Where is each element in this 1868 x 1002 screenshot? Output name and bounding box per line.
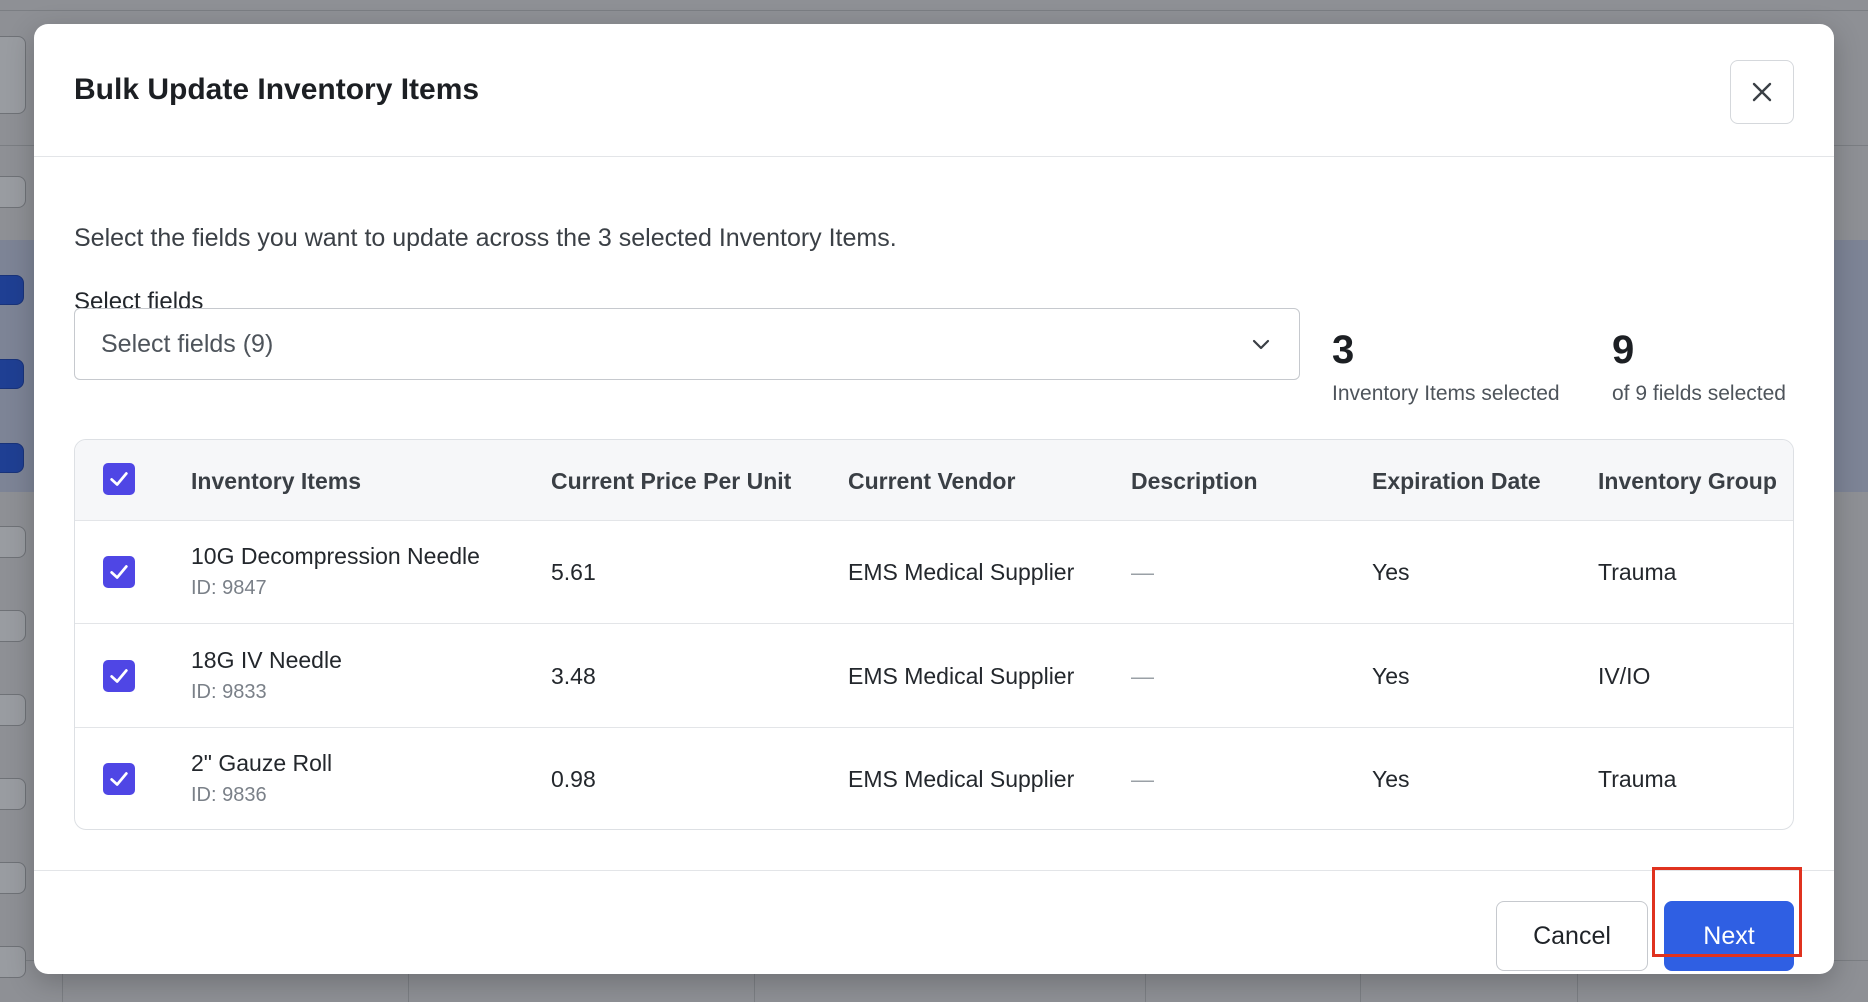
cancel-button[interactable]: Cancel <box>1496 901 1648 971</box>
close-button[interactable] <box>1730 60 1794 124</box>
check-icon <box>110 772 128 786</box>
item-id: ID: 9847 <box>191 577 267 599</box>
background-control <box>0 778 26 810</box>
row-checkbox[interactable] <box>103 660 135 692</box>
inventory-items-table: Inventory Items Current Price Per Unit C… <box>74 439 1794 830</box>
items-selected-stat: 3 Inventory Items selected <box>1332 330 1560 406</box>
item-expiration: Yes <box>1372 663 1410 689</box>
items-selected-count: 3 <box>1332 328 1355 372</box>
check-icon <box>110 669 128 683</box>
select-all-checkbox[interactable] <box>103 463 135 495</box>
modal-header: Bulk Update Inventory Items <box>34 24 1834 157</box>
item-description: — <box>1131 559 1154 585</box>
column-header-inventory-items[interactable]: Inventory Items <box>191 468 361 495</box>
background-checkbox <box>0 359 24 389</box>
items-selected-label: Inventory Items selected <box>1332 382 1560 405</box>
table-row[interactable]: 18G IV Needle ID: 9833 3.48 EMS Medical … <box>75 625 1793 728</box>
background-control <box>0 36 26 114</box>
background-control <box>0 176 26 208</box>
check-icon <box>110 472 128 486</box>
table-row[interactable]: 10G Decompression Needle ID: 9847 5.61 E… <box>75 521 1793 624</box>
background-control <box>0 862 26 894</box>
background-control <box>0 946 26 978</box>
background-checkbox <box>0 275 24 305</box>
column-header-current-vendor[interactable]: Current Vendor <box>848 468 1015 495</box>
background-control <box>0 526 26 558</box>
fields-selected-count: 9 <box>1612 328 1635 372</box>
item-description: — <box>1131 766 1154 792</box>
column-header-expiration-date[interactable]: Expiration Date <box>1372 468 1541 495</box>
select-fields-dropdown[interactable]: Select fields (9) <box>74 308 1300 380</box>
modal-footer: Cancel Next <box>34 870 1834 974</box>
close-icon <box>1752 82 1772 102</box>
item-description: — <box>1131 663 1154 689</box>
fields-selected-stat: 9 of 9 fields selected <box>1612 330 1786 406</box>
column-header-current-price[interactable]: Current Price Per Unit <box>551 468 791 495</box>
next-button[interactable]: Next <box>1664 901 1794 971</box>
table-row[interactable]: 2" Gauze Roll ID: 9836 0.98 EMS Medical … <box>75 728 1793 829</box>
check-icon <box>110 565 128 579</box>
column-header-inventory-group[interactable]: Inventory Group <box>1598 468 1777 495</box>
column-header-description[interactable]: Description <box>1131 468 1258 495</box>
row-checkbox[interactable] <box>103 556 135 588</box>
item-name: 10G Decompression Needle <box>191 543 480 569</box>
background-checkbox <box>0 443 24 473</box>
item-price: 5.61 <box>551 559 596 585</box>
item-id: ID: 9836 <box>191 784 267 806</box>
item-vendor: EMS Medical Supplier <box>848 663 1075 689</box>
item-name: 18G IV Needle <box>191 647 342 673</box>
chevron-down-icon <box>1252 339 1270 350</box>
modal-intro-text: Select the fields you want to update acr… <box>74 224 897 252</box>
item-expiration: Yes <box>1372 766 1410 792</box>
item-id: ID: 9833 <box>191 681 267 703</box>
select-fields-value: Select fields (9) <box>101 329 274 358</box>
fields-selected-label: of 9 fields selected <box>1612 382 1786 405</box>
item-expiration: Yes <box>1372 559 1410 585</box>
item-price: 3.48 <box>551 663 596 689</box>
bulk-update-modal: Bulk Update Inventory Items Select the f… <box>34 24 1834 974</box>
modal-title: Bulk Update Inventory Items <box>74 73 480 106</box>
background-control <box>0 610 26 642</box>
item-price: 0.98 <box>551 766 596 792</box>
row-checkbox[interactable] <box>103 763 135 795</box>
item-group: Trauma <box>1598 766 1677 792</box>
item-group: Trauma <box>1598 559 1677 585</box>
table-header: Inventory Items Current Price Per Unit C… <box>75 440 1793 521</box>
item-group: IV/IO <box>1598 663 1651 689</box>
item-vendor: EMS Medical Supplier <box>848 559 1075 585</box>
item-name: 2" Gauze Roll <box>191 750 333 776</box>
item-vendor: EMS Medical Supplier <box>848 766 1075 792</box>
background-divider <box>0 10 1868 11</box>
background-control <box>0 694 26 726</box>
